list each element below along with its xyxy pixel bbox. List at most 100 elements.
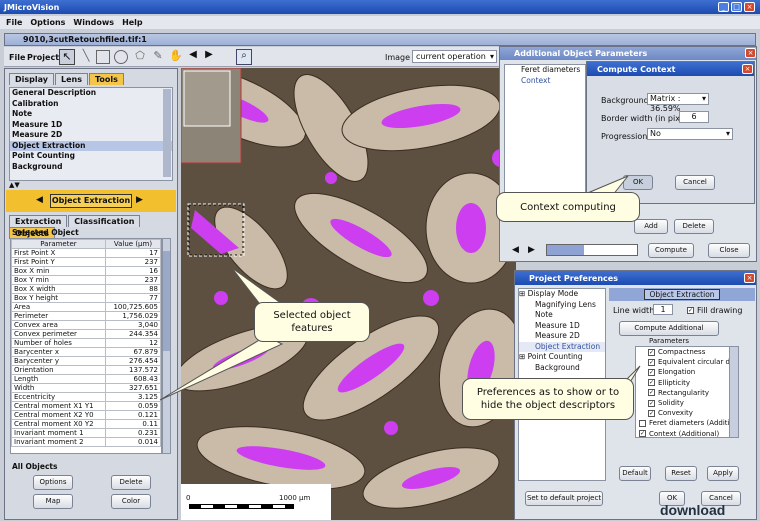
previous-tool-icon[interactable]: ◀ bbox=[36, 195, 43, 205]
descriptor-checkbox[interactable]: ✓ Convexity bbox=[636, 408, 738, 418]
next-tool-icon[interactable]: ▶ bbox=[136, 195, 143, 205]
toolbar-menu-project[interactable]: Project bbox=[27, 53, 59, 62]
tool-item[interactable]: Measure 1D bbox=[10, 120, 172, 131]
rectangle-tool-icon[interactable] bbox=[96, 50, 110, 64]
tree-item-selected[interactable]: Object Extraction bbox=[519, 341, 605, 352]
close-icon[interactable]: × bbox=[744, 2, 755, 12]
checkbox-icon[interactable]: ✓ bbox=[648, 379, 655, 387]
hand-tool-icon[interactable]: ✋ bbox=[168, 49, 184, 65]
compute-additional-parameters-button[interactable]: Compute Additional Parameters bbox=[619, 321, 719, 345]
image-select[interactable]: current operation ▾ bbox=[412, 50, 497, 63]
border-width-stepper[interactable]: 6 bbox=[679, 111, 709, 123]
maximize-icon[interactable]: □ bbox=[731, 2, 742, 12]
toolbar-menu-file[interactable]: File bbox=[9, 53, 25, 62]
checkbox-icon[interactable]: ✓ bbox=[648, 399, 655, 407]
close-button[interactable]: Close bbox=[708, 243, 750, 258]
default-button[interactable]: Default bbox=[619, 466, 651, 481]
magnifier-icon[interactable]: ⌕ bbox=[236, 49, 252, 65]
tool-item[interactable]: Note bbox=[10, 109, 172, 120]
list-item[interactable]: Feret diameters bbox=[505, 65, 585, 76]
checkbox-icon[interactable]: ✓ bbox=[648, 389, 655, 397]
descriptor-checkbox[interactable]: ✓ Compactness bbox=[636, 347, 738, 357]
collapse-arrows-icon[interactable]: ▲▼ bbox=[9, 181, 20, 189]
ellipse-tool-icon[interactable] bbox=[114, 50, 128, 64]
descriptor-checkbox[interactable]: ✓ Ellipticity bbox=[636, 378, 738, 388]
menu-options[interactable]: Options bbox=[30, 18, 65, 27]
polygon-tool-icon[interactable]: ⬠ bbox=[132, 49, 148, 65]
descriptor-checkbox[interactable]: ✓ Rectangularity bbox=[636, 388, 738, 398]
table-row[interactable]: Orientation 137.572 bbox=[11, 365, 161, 375]
checklist-scrollbar[interactable] bbox=[729, 346, 739, 438]
table-row[interactable]: Width 327.651 bbox=[11, 383, 161, 393]
set-to-default-project-button[interactable]: Set to default project bbox=[525, 491, 603, 506]
delete-param-button[interactable]: Delete bbox=[674, 219, 714, 234]
checkbox-icon[interactable]: ✓ bbox=[648, 348, 655, 356]
tool-item[interactable]: Background bbox=[10, 162, 172, 173]
tab-classification[interactable]: Classification bbox=[68, 215, 141, 227]
cancel-button[interactable]: Cancel bbox=[675, 175, 715, 190]
tab-extraction[interactable]: Extraction bbox=[9, 215, 68, 227]
tool-item-selected[interactable]: Object Extraction bbox=[10, 140, 172, 151]
previous-arrow-icon[interactable]: ◀ bbox=[188, 49, 198, 65]
table-row[interactable]: Box X width 88 bbox=[11, 284, 161, 294]
tree-item[interactable]: Magnifying Lens bbox=[519, 300, 605, 311]
list-item-selected[interactable]: Context bbox=[505, 76, 585, 87]
tab-display[interactable]: Display bbox=[9, 73, 54, 85]
tool-item[interactable]: General Description bbox=[10, 88, 172, 99]
table-scrollbar[interactable] bbox=[162, 238, 171, 454]
table-row[interactable]: First Point X 17 bbox=[11, 248, 161, 258]
tree-item[interactable]: Note bbox=[519, 310, 605, 321]
tree-item[interactable]: ⊞ Display Mode bbox=[519, 289, 605, 300]
pointer-tool-icon[interactable]: ↖ bbox=[59, 49, 75, 65]
table-row[interactable]: Number of holes 12 bbox=[11, 338, 161, 348]
descriptor-checkbox[interactable]: ✓ Context (Additional) bbox=[636, 429, 738, 437]
line-tool-icon[interactable]: ╲ bbox=[78, 49, 94, 65]
minimize-icon[interactable]: _ bbox=[718, 2, 729, 12]
checkbox-icon[interactable]: ✓ bbox=[648, 368, 655, 376]
close-icon[interactable]: × bbox=[742, 64, 753, 74]
descriptor-checkbox[interactable]: Feret diameters (Additional) bbox=[636, 418, 738, 428]
tools-scrollbar[interactable] bbox=[163, 89, 171, 177]
table-row[interactable]: Box Y height 77 bbox=[11, 293, 161, 303]
options-button[interactable]: Options bbox=[33, 475, 73, 490]
table-row[interactable]: Central moment X0 Y2 0.11 bbox=[11, 419, 161, 429]
tab-tools[interactable]: Tools bbox=[88, 73, 124, 85]
add-button[interactable]: Add bbox=[634, 219, 668, 234]
previous-arrow-icon[interactable]: ◀ bbox=[512, 245, 519, 255]
checkbox-icon[interactable] bbox=[639, 419, 646, 427]
menu-file[interactable]: File bbox=[6, 18, 22, 27]
table-row[interactable]: First Point Y 237 bbox=[11, 257, 161, 267]
next-arrow-icon[interactable]: ▶ bbox=[204, 49, 214, 65]
checkbox-icon[interactable]: ✓ bbox=[648, 358, 655, 366]
table-row[interactable]: Length 608.43 bbox=[11, 374, 161, 384]
table-row[interactable]: Perimeter 1,756.029 bbox=[11, 311, 161, 321]
background-select[interactable]: Matrix : 36.59% ▾ bbox=[647, 93, 709, 113]
tool-item[interactable]: Calibration bbox=[10, 99, 172, 110]
table-row[interactable]: Barycenter x 67.879 bbox=[11, 347, 161, 357]
line-width-stepper[interactable]: 1 bbox=[653, 304, 673, 315]
close-icon[interactable]: × bbox=[744, 273, 755, 283]
image-viewer[interactable]: 0 1000 µm bbox=[181, 68, 516, 520]
table-row[interactable]: Barycenter y 276.454 bbox=[11, 356, 161, 366]
delete-button[interactable]: Delete bbox=[111, 475, 151, 490]
color-button[interactable]: Color bbox=[111, 494, 151, 509]
table-row[interactable]: Invariant moment 1 0.231 bbox=[11, 428, 161, 438]
menu-help[interactable]: Help bbox=[122, 18, 143, 27]
freehand-tool-icon[interactable]: ✎ bbox=[150, 49, 166, 65]
next-arrow-icon[interactable]: ▶ bbox=[528, 245, 535, 255]
table-row[interactable]: Area 100,725.605 bbox=[11, 302, 161, 312]
table-row[interactable]: Box Y min 237 bbox=[11, 275, 161, 285]
apply-button[interactable]: Apply bbox=[707, 466, 739, 481]
table-row[interactable]: Central moment X1 Y1 0.059 bbox=[11, 401, 161, 411]
tab-lens[interactable]: Lens bbox=[54, 73, 88, 85]
fill-drawing-checkbox[interactable]: ✓ Fill drawing bbox=[687, 306, 742, 315]
compute-button[interactable]: Compute bbox=[648, 243, 694, 258]
map-button[interactable]: Map bbox=[33, 494, 73, 509]
tree-item[interactable]: Measure 2D bbox=[519, 331, 605, 342]
table-row[interactable]: Eccentricity 3.125 bbox=[11, 392, 161, 402]
checkbox-icon[interactable]: ✓ bbox=[648, 409, 655, 417]
tool-item[interactable]: Measure 2D bbox=[10, 130, 172, 141]
tree-item[interactable]: Background bbox=[519, 363, 605, 374]
table-row[interactable]: Convex area 3,040 bbox=[11, 320, 161, 330]
tree-item[interactable]: ⊞ Point Counting bbox=[519, 352, 605, 363]
